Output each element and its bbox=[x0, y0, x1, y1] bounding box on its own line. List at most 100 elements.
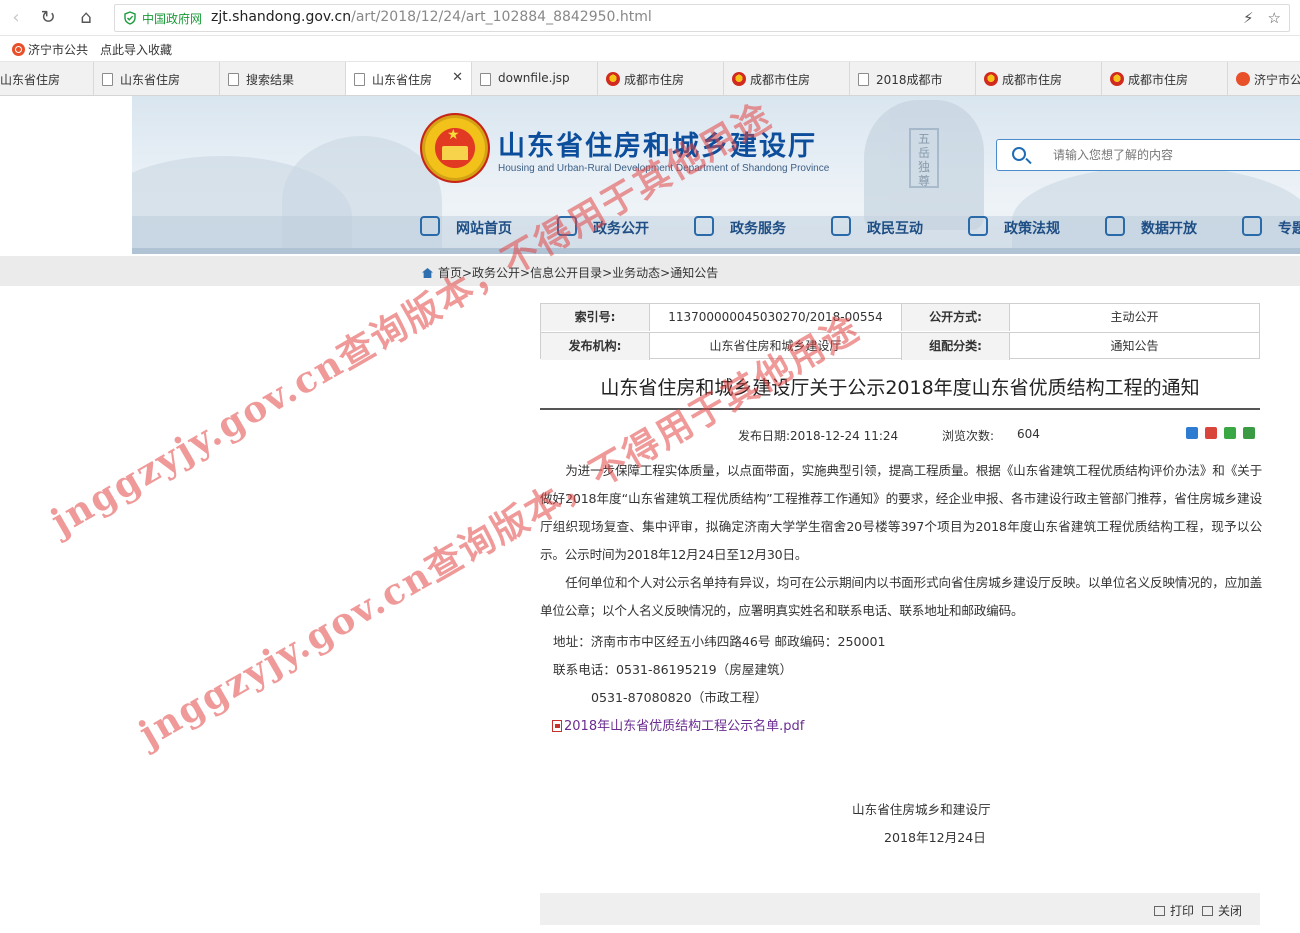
gov-site-badge: 中国政府网 bbox=[142, 12, 203, 26]
meta-row: 索引号: 113700000045030270/2018-00554 公开方式:… bbox=[541, 304, 1259, 331]
attachment-label: 2018年山东省优质结构工程公示名单.pdf bbox=[564, 719, 805, 734]
nav-label: 政务公开 bbox=[593, 221, 649, 237]
meta-key: 公开方式: bbox=[901, 304, 1009, 331]
bookmark-import[interactable]: 点此导入收藏 bbox=[100, 41, 172, 58]
tab-label: 山东省住房 bbox=[372, 73, 433, 87]
nav-label: 政民互动 bbox=[867, 221, 923, 237]
article-paragraph: 任何单位和个人对公示名单持有异议，均可在公示期间内以书面形式向省住房城乡建设厅反… bbox=[540, 575, 1262, 618]
breadcrumb[interactable]: 首页>政务公开>信息公开目录>业务动态>通知公告 bbox=[422, 264, 718, 281]
page-icon bbox=[228, 73, 239, 86]
site-subtitle: Housing and Urban-Rural Development Depa… bbox=[498, 163, 830, 174]
gov-emblem-icon bbox=[732, 72, 746, 86]
share-wechat-icon[interactable] bbox=[1224, 427, 1236, 439]
tiananmen-icon bbox=[442, 146, 468, 160]
search-input[interactable] bbox=[1053, 146, 1293, 164]
bookmarks-bar: 济宁市公共 点此导入收藏 bbox=[0, 36, 1300, 62]
attachment-link[interactable]: 2018年山东省优质结构工程公示名单.pdf bbox=[552, 715, 804, 734]
browser-tabs: 山东省住房 山东省住房 搜索结果 山东省住房 ✕ downfile.jsp 成都市… bbox=[0, 62, 1300, 96]
signature-org: 山东省住房城乡和建设厅 bbox=[852, 802, 991, 817]
page-icon bbox=[480, 73, 491, 86]
contact-address: 地址：济南市市中区经五小纬四路46号 邮政编码：250001 bbox=[553, 634, 886, 649]
close-tab-icon[interactable]: ✕ bbox=[452, 70, 463, 85]
browser-address-bar: ‹ ↻ ⌂ 中国政府网 zjt.shandong.gov.cn/art/2018… bbox=[0, 0, 1300, 36]
page-icon bbox=[354, 73, 365, 86]
tab-label: 成都市住房 bbox=[1128, 73, 1189, 87]
tab-label: 济宁市公 bbox=[1254, 73, 1300, 87]
tab-1[interactable]: 山东省住房 bbox=[0, 62, 94, 95]
tab-5[interactable]: downfile.jsp bbox=[472, 62, 598, 95]
article-title: 山东省住房和城乡建设厅关于公示2018年度山东省优质结构工程的通知 bbox=[600, 377, 1200, 399]
url-text: zjt.shandong.gov.cn/art/2018/12/24/art_1… bbox=[211, 9, 652, 25]
share-qzone-icon[interactable] bbox=[1186, 427, 1198, 439]
tab-label: 山东省住房 bbox=[0, 73, 61, 87]
url-path: /art/2018/12/24/art_102884_8842950.html bbox=[351, 9, 652, 25]
nav-label: 网站首页 bbox=[456, 221, 512, 237]
printer-icon bbox=[1154, 906, 1165, 916]
tab-6[interactable]: 成都市住房 bbox=[598, 62, 724, 95]
tab-7[interactable]: 成都市住房 bbox=[724, 62, 850, 95]
national-emblem-logo: ★ bbox=[420, 113, 490, 183]
contact-phone: 联系电话：0531-86195219（房屋建筑） bbox=[553, 662, 793, 677]
reload-button[interactable]: ↻ bbox=[36, 6, 60, 30]
tab-4-active[interactable]: 山东省住房 ✕ bbox=[346, 62, 472, 95]
tab-8[interactable]: 2018成都市 bbox=[850, 62, 976, 95]
share-weibo-icon[interactable] bbox=[1205, 427, 1217, 439]
url-actions: ⚡ ☆ bbox=[1229, 9, 1281, 27]
site-search bbox=[996, 139, 1300, 171]
nav-label: 政务服务 bbox=[730, 221, 786, 237]
360-icon bbox=[12, 43, 25, 56]
close-button[interactable]: 关闭 bbox=[1202, 902, 1242, 919]
print-label: 打印 bbox=[1170, 904, 1195, 918]
meta-value: 山东省住房和城乡建设厅 bbox=[649, 333, 901, 360]
url-host: zjt.shandong.gov.cn bbox=[211, 9, 352, 25]
bookmark-label: 济宁市公共 bbox=[28, 43, 89, 57]
views-label: 浏览次数: bbox=[942, 429, 995, 443]
search-icon[interactable] bbox=[1012, 147, 1026, 161]
people-icon bbox=[831, 216, 851, 236]
home-button[interactable]: ⌂ bbox=[74, 6, 98, 30]
tab-label: 搜索结果 bbox=[246, 73, 295, 87]
nav-label: 专题 bbox=[1278, 221, 1300, 237]
back-arrow-icon: ‹ bbox=[12, 7, 20, 28]
print-button[interactable]: 打印 bbox=[1154, 902, 1194, 919]
tab-10[interactable]: 成都市住房 bbox=[1102, 62, 1228, 95]
handshake-icon bbox=[694, 216, 714, 236]
nav-label: 政策法规 bbox=[1004, 221, 1060, 237]
main-nav: 网站首页 政务公开 政务服务 政民互动 政策法规 数据开放 专题 bbox=[132, 210, 1300, 246]
nav-underline bbox=[132, 248, 1300, 254]
back-button[interactable]: ‹ bbox=[4, 6, 28, 30]
tab-3[interactable]: 搜索结果 bbox=[220, 62, 346, 95]
close-icon bbox=[1202, 906, 1213, 916]
meta-value: 通知公告 bbox=[1009, 333, 1259, 360]
views-count: 604 bbox=[1017, 427, 1040, 441]
tab-label: downfile.jsp bbox=[498, 71, 570, 85]
home-icon bbox=[422, 268, 433, 278]
star-icon[interactable]: ☆ bbox=[1268, 9, 1281, 27]
lightning-icon[interactable]: ⚡ bbox=[1243, 9, 1254, 27]
tab-label: 成都市住房 bbox=[1002, 73, 1063, 87]
url-input[interactable]: 中国政府网 zjt.shandong.gov.cn/art/2018/12/24… bbox=[114, 4, 1290, 32]
meta-row: 发布机构: 山东省住房和城乡建设厅 组配分类: 通知公告 bbox=[541, 332, 1259, 360]
document-icon bbox=[968, 216, 988, 236]
secure-shield-icon bbox=[124, 11, 136, 25]
breadcrumb-text: 首页>政务公开>信息公开目录>业务动态>通知公告 bbox=[438, 266, 719, 280]
page-icon bbox=[858, 73, 869, 86]
site-title: 山东省住房和城乡建设厅 bbox=[498, 131, 817, 162]
meta-table: 索引号: 113700000045030270/2018-00554 公开方式:… bbox=[540, 303, 1260, 360]
tab-label: 2018成都市 bbox=[876, 73, 943, 87]
rock-inscription: 五岳独尊 bbox=[909, 128, 939, 188]
tab-2[interactable]: 山东省住房 bbox=[94, 62, 220, 95]
tab-11[interactable]: 济宁市公 bbox=[1228, 62, 1300, 95]
tab-label: 山东省住房 bbox=[120, 73, 181, 87]
meta-value: 113700000045030270/2018-00554 bbox=[649, 304, 901, 331]
bookmark-jining[interactable]: 济宁市公共 bbox=[12, 41, 88, 58]
publish-date: 发布日期:2018-12-24 11:24 bbox=[738, 429, 899, 443]
title-divider bbox=[540, 408, 1260, 410]
tab-label: 成都市住房 bbox=[624, 73, 685, 87]
gov-emblem-icon bbox=[606, 72, 620, 86]
signature-date: 2018年12月24日 bbox=[884, 830, 986, 845]
share-douban-icon[interactable] bbox=[1243, 427, 1255, 439]
bookmark-label: 点此导入收藏 bbox=[100, 43, 173, 57]
tab-label: 成都市住房 bbox=[750, 73, 811, 87]
tab-9[interactable]: 成都市住房 bbox=[976, 62, 1102, 95]
